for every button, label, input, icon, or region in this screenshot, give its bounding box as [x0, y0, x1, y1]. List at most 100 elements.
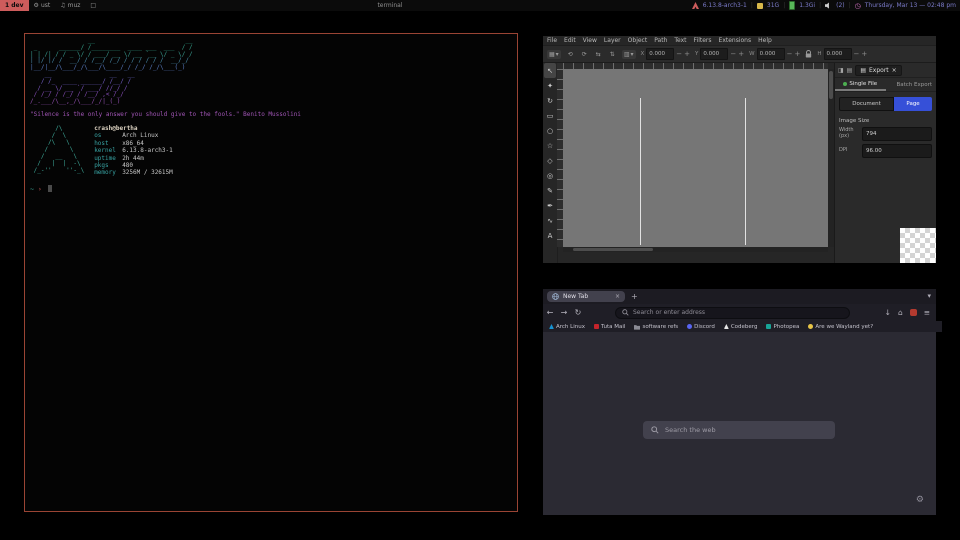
- menu-text[interactable]: Text: [674, 37, 686, 44]
- workspace-tag-4[interactable]: □: [85, 0, 101, 11]
- plus-button[interactable]: +: [861, 50, 867, 58]
- export-panel: ◨ ▤ ▤ Export × Single File Batch Export …: [834, 63, 936, 263]
- menu-extensions[interactable]: Extensions: [719, 37, 752, 44]
- bookmark-discord[interactable]: Discord: [687, 324, 715, 330]
- address-bar[interactable]: Search or enter address: [615, 307, 850, 319]
- workspace-tag-dev[interactable]: 1 dev: [0, 0, 29, 11]
- text-tool-icon: A: [548, 232, 553, 240]
- tab-single-file[interactable]: Single File: [835, 78, 886, 91]
- menu-layer[interactable]: Layer: [604, 37, 621, 44]
- menu-help[interactable]: Help: [758, 37, 772, 44]
- export-dialog-tab[interactable]: ▤ Export ×: [855, 65, 901, 76]
- minus-button[interactable]: −: [787, 50, 793, 58]
- forward-button[interactable]: →: [557, 308, 571, 317]
- arch-logo-icon: [549, 324, 554, 329]
- plus-button[interactable]: +: [738, 50, 744, 58]
- drawing-canvas[interactable]: [563, 69, 828, 247]
- tool-pen[interactable]: ✒: [544, 198, 556, 213]
- plus-button[interactable]: +: [794, 50, 800, 58]
- bookmark-photopea[interactable]: Photopea: [766, 324, 799, 330]
- align-dropdown[interactable]: ▥ ▾: [622, 50, 636, 59]
- tool-rectangle[interactable]: ▭: [544, 108, 556, 123]
- dpi-input[interactable]: 96.00: [862, 144, 932, 158]
- box-icon: ◇: [547, 157, 552, 165]
- h-value[interactable]: 0.000: [824, 48, 852, 60]
- bookmark-codeberg[interactable]: Codeberg: [724, 324, 758, 330]
- tool-calligraphy[interactable]: ∿: [544, 213, 556, 228]
- inkscape-window: File Edit View Layer Object Path Text Fi…: [543, 36, 936, 263]
- close-icon[interactable]: ×: [892, 67, 897, 74]
- layers-icon[interactable]: ▤: [847, 67, 853, 74]
- bookmark-label: Arch Linux: [556, 324, 585, 330]
- tuta-icon: [594, 324, 599, 329]
- tool-node-editor[interactable]: ✦: [544, 78, 556, 93]
- x-spinbox[interactable]: X 0.000 − +: [641, 48, 691, 60]
- rotate-ccw-button[interactable]: ⟲: [566, 50, 575, 59]
- x-value[interactable]: 0.000: [646, 48, 674, 60]
- document-button[interactable]: Document: [839, 97, 894, 111]
- minus-button[interactable]: −: [676, 50, 682, 58]
- lock-ratio-icon[interactable]: [805, 50, 812, 58]
- bookmark-label: Tuta Mail: [601, 324, 625, 330]
- bookmark-tuta-mail[interactable]: Tuta Mail: [594, 324, 625, 330]
- shell-prompt[interactable]: ~ ›: [30, 185, 517, 193]
- tool-3dbox[interactable]: ◇: [544, 153, 556, 168]
- page-button[interactable]: Page: [894, 97, 932, 111]
- y-value[interactable]: 0.000: [700, 48, 728, 60]
- flip-vertical-button[interactable]: ⇅: [608, 50, 617, 59]
- terminal-window[interactable]: __ __ _ ______/ /________ ____ ___ ___ /…: [24, 33, 518, 512]
- plus-button[interactable]: +: [684, 50, 690, 58]
- w-spinbox[interactable]: W 0.000 − +: [749, 48, 800, 60]
- flip-horizontal-button[interactable]: ⇆: [594, 50, 603, 59]
- reload-button[interactable]: ↻: [571, 308, 585, 317]
- ublock-icon[interactable]: [910, 309, 917, 316]
- close-icon[interactable]: ×: [615, 293, 620, 300]
- tool-star[interactable]: ☆: [544, 138, 556, 153]
- web-search-box[interactable]: Search the web: [643, 421, 835, 439]
- w-value[interactable]: 0.000: [757, 48, 785, 60]
- bookmark-label: Photopea: [773, 324, 799, 330]
- page-border-line: [745, 98, 746, 245]
- width-input[interactable]: 794: [862, 127, 932, 141]
- kernel-version: 6.13.8-arch3-1: [703, 2, 747, 9]
- tool-selector[interactable]: ↖: [544, 63, 556, 78]
- scrollbar-thumb[interactable]: [573, 248, 653, 251]
- downloads-icon[interactable]: ↓: [885, 308, 891, 317]
- back-button[interactable]: ←: [543, 308, 557, 317]
- tab-batch-export[interactable]: Batch Export: [886, 78, 937, 91]
- minus-button[interactable]: −: [730, 50, 736, 58]
- selection-mode-dropdown[interactable]: ▦ ▾: [547, 50, 561, 59]
- h-spinbox[interactable]: H 0.000 − +: [817, 48, 867, 60]
- menu-view[interactable]: View: [583, 37, 597, 44]
- menu-filters[interactable]: Filters: [694, 37, 712, 44]
- home-icon[interactable]: ⌂: [898, 308, 903, 317]
- bookmark-software-refs[interactable]: software refs: [634, 324, 678, 330]
- menu-icon[interactable]: ≡: [924, 308, 930, 317]
- menu-edit[interactable]: Edit: [564, 37, 576, 44]
- address-placeholder: Search or enter address: [633, 309, 705, 316]
- horizontal-scrollbar[interactable]: [563, 247, 828, 252]
- new-tab-button[interactable]: +: [631, 292, 638, 301]
- scrollbar-thumb[interactable]: [829, 71, 833, 99]
- workspace-tag-muz[interactable]: ♫ muz: [55, 0, 85, 11]
- menu-path[interactable]: Path: [654, 37, 667, 44]
- codeberg-icon: [724, 324, 729, 329]
- list-tabs-icon[interactable]: ▾: [927, 292, 931, 300]
- menu-object[interactable]: Object: [628, 37, 648, 44]
- arch-logo-icon: [692, 2, 699, 9]
- workspace-tag-ust[interactable]: ⚙ ust: [29, 0, 56, 11]
- minus-button[interactable]: −: [854, 50, 860, 58]
- menu-file[interactable]: File: [547, 37, 557, 44]
- dock-icon[interactable]: ◨: [838, 67, 844, 74]
- bookmark-are-we-wayland-yet[interactable]: Are we Wayland yet?: [808, 324, 873, 330]
- rotate-cw-button[interactable]: ⟳: [580, 50, 589, 59]
- tab-new-tab[interactable]: New Tab ×: [547, 291, 625, 302]
- gear-icon[interactable]: ⚙: [916, 495, 924, 505]
- tool-pencil[interactable]: ✎: [544, 183, 556, 198]
- tool-tweak[interactable]: ↻: [544, 93, 556, 108]
- tool-ellipse[interactable]: ○: [544, 123, 556, 138]
- bookmark-arch-linux[interactable]: Arch Linux: [549, 324, 585, 330]
- y-spinbox[interactable]: Y 0.000 − +: [695, 48, 744, 60]
- tool-text[interactable]: A: [544, 228, 556, 243]
- tool-spiral[interactable]: ◎: [544, 168, 556, 183]
